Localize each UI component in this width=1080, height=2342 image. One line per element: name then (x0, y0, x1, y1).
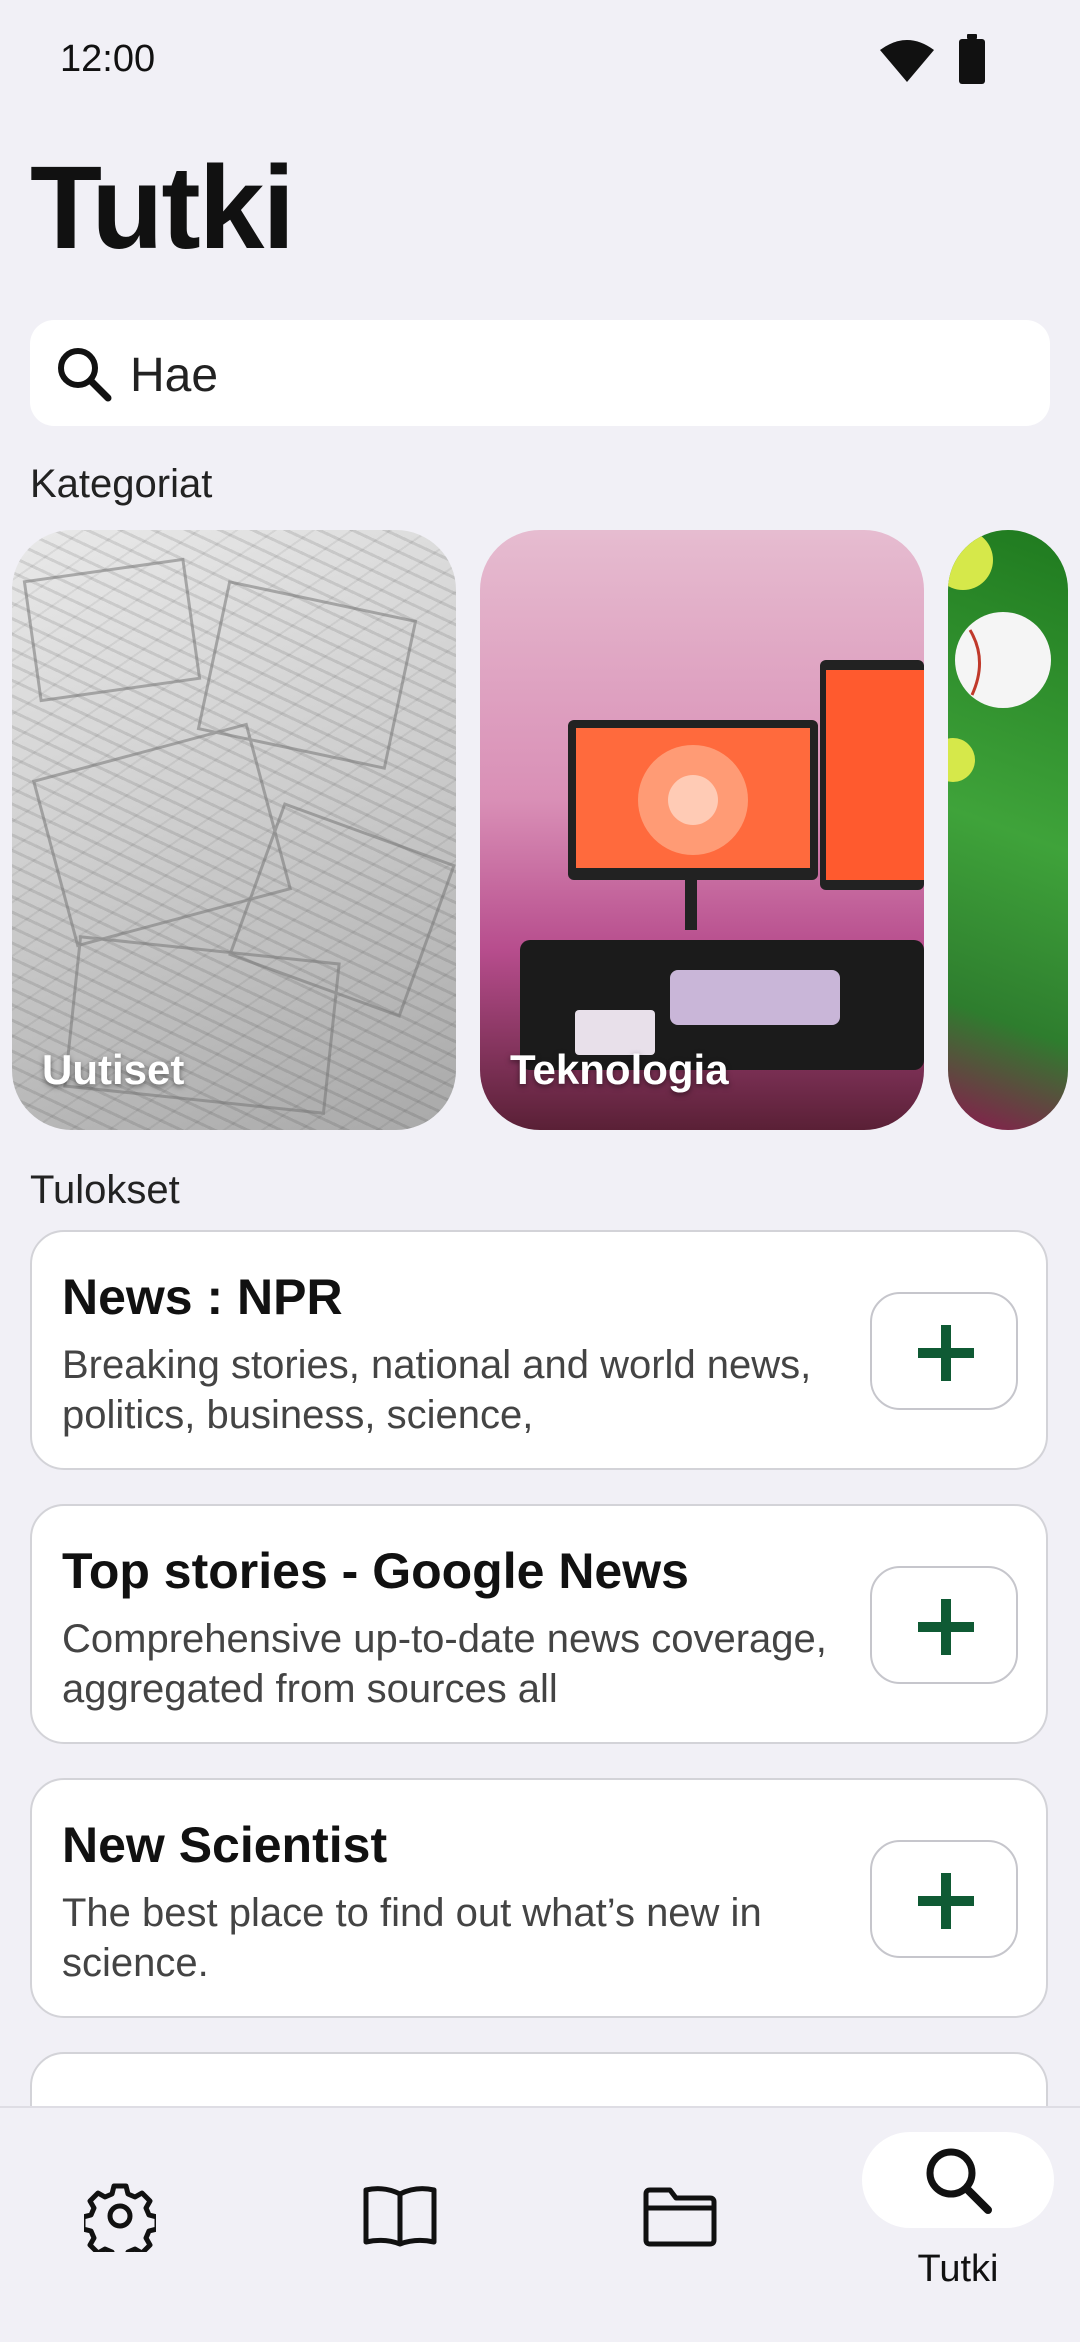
result-title: New Scientist (62, 1817, 388, 1873)
result-title: News : NPR (62, 1269, 343, 1325)
search-placeholder: Hae (130, 349, 219, 402)
category-card-news[interactable]: Uutiset (12, 530, 456, 1130)
desk-setup-image (520, 660, 924, 1070)
book-icon (363, 2186, 437, 2247)
add-button[interactable] (870, 1840, 1018, 1958)
result-card[interactable]: New Scientist The best place to find out… (30, 1778, 1048, 2018)
results-heading: Tulokset (30, 1168, 180, 1212)
folder-icon (643, 2187, 717, 2247)
status-time: 12:00 (60, 38, 156, 80)
nav-settings[interactable] (40, 2108, 200, 2342)
battery-icon (959, 34, 985, 84)
add-button[interactable] (870, 1566, 1018, 1684)
baseball-image (948, 530, 1051, 782)
plus-icon (918, 1325, 974, 1381)
category-card-sports[interactable] (948, 530, 1068, 1130)
search-icon (58, 348, 112, 402)
result-title: Top stories - Google News (62, 1543, 689, 1599)
search-icon (926, 2148, 992, 2214)
result-card[interactable]: Top stories - Google News Comprehensive … (30, 1504, 1048, 1744)
nav-active-indicator[interactable] (862, 2132, 1054, 2228)
plus-icon (918, 1599, 974, 1655)
nav-label: Tutki (917, 2248, 999, 2290)
nav-library[interactable] (320, 2108, 480, 2342)
category-card-technology[interactable]: Teknologia (480, 530, 924, 1130)
status-bar: 12:00 (0, 0, 1080, 120)
newspaper-image (22, 557, 456, 1115)
result-description: Breaking stories, national and world new… (62, 1343, 812, 1437)
result-description: The best place to find out what’s new in… (62, 1891, 762, 1985)
page-title: Tutki (30, 142, 295, 274)
gear-icon (84, 2183, 156, 2252)
result-card[interactable]: News : NPR Breaking stories, national an… (30, 1230, 1048, 1470)
categories-heading: Kategoriat (30, 462, 213, 506)
result-description: Comprehensive up-to-date news coverage, … (62, 1617, 827, 1711)
nav-folders[interactable] (600, 2108, 760, 2342)
search-input[interactable]: Hae (30, 320, 1050, 426)
add-button[interactable] (870, 1292, 1018, 1410)
category-label: Teknologia (510, 1046, 729, 1093)
bottom-nav: Tutki (0, 2106, 1080, 2342)
category-label: Uutiset (42, 1046, 185, 1093)
plus-icon (918, 1873, 974, 1929)
wifi-icon (880, 40, 934, 82)
